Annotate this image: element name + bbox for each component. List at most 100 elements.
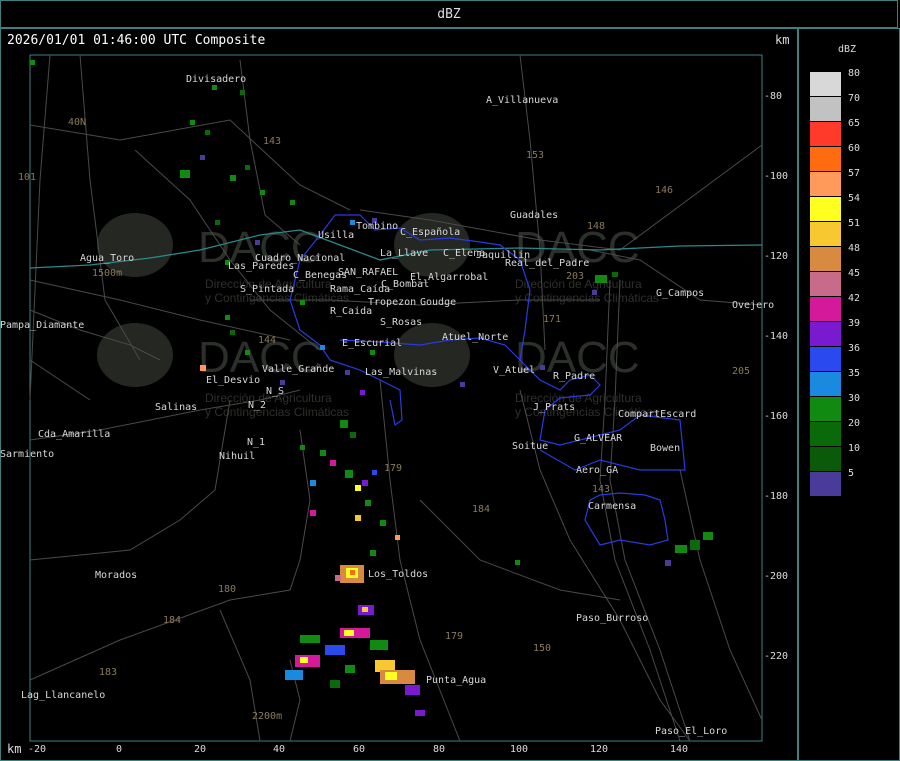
place-label: Paso_El_Loro (655, 726, 727, 737)
route-label: 184 (163, 615, 181, 626)
legend-swatch (810, 247, 841, 271)
place-label: N_1 (247, 437, 265, 448)
timestamp: 2026/01/01 01:46:00 UTC Composite (7, 33, 266, 48)
place-label: El_Desvio (206, 375, 260, 386)
legend-swatch (810, 347, 841, 371)
place-label: Valle_Grande (262, 364, 334, 375)
place-label: Goudge (420, 297, 456, 308)
y-tick: -80 (764, 91, 782, 102)
legend-label: 70 (848, 93, 861, 104)
legend-swatch (810, 222, 841, 246)
legend-label: 57 (848, 168, 861, 179)
plot-area (29, 54, 763, 742)
route-label: 153 (526, 150, 544, 161)
place-label: Salinas (155, 402, 197, 413)
place-label: 1500m (92, 268, 122, 279)
y-tick: -200 (764, 571, 788, 582)
x-tick: 60 (353, 744, 365, 755)
y-tick: -160 (764, 411, 788, 422)
place-label: Usilla (318, 230, 354, 241)
place-label: SAN_RAFAEL (338, 267, 398, 278)
legend-swatch (810, 172, 841, 196)
y-tick: -120 (764, 251, 788, 262)
legend-swatch (810, 122, 841, 146)
place-label: Guadales (510, 210, 558, 221)
legend-swatch (810, 97, 841, 121)
place-label: Real_del_Padre (505, 258, 589, 269)
place-label: J_Prats (533, 402, 575, 413)
route-label: 184 (472, 504, 490, 515)
y-tick: -180 (764, 491, 788, 502)
route-label: 146 (655, 185, 673, 196)
place-label: R_Padre (553, 371, 595, 382)
place-label: Divisadero (186, 74, 246, 85)
place-label: El_Algarrobal (410, 272, 488, 283)
legend-swatch (810, 422, 841, 446)
legend-label: 30 (848, 393, 861, 404)
route-label: 205 (732, 366, 750, 377)
place-label: Cda_Amarilla (38, 429, 110, 440)
place-label: G_Campos (656, 288, 704, 299)
legend-label: 20 (848, 418, 861, 429)
place-label: Nihuil (219, 451, 255, 462)
legend-swatch (810, 322, 841, 346)
legend-label: 35 (848, 368, 861, 379)
legend-label: 39 (848, 318, 861, 329)
legend-swatch (810, 447, 841, 471)
place-label: Morados (95, 570, 137, 581)
place-label: Punta_Agua (426, 675, 486, 686)
legend-swatch (810, 272, 841, 296)
route-label: 143 (592, 484, 610, 495)
legend-swatch (810, 297, 841, 321)
legend-label: 54 (848, 193, 861, 204)
legend-swatch (810, 372, 841, 396)
route-label: 179 (445, 631, 463, 642)
y-tick: -100 (764, 171, 788, 182)
place-label: Las_Malvinas (365, 367, 437, 378)
watermark-sub2-3: y Contingencias Climáticas (205, 405, 349, 419)
place-label: S_Pintada (240, 284, 294, 295)
legend-swatch (810, 147, 841, 171)
y-axis-ticks: -80 -100 -120 -140 -160 -180 -200 -220 (764, 91, 788, 662)
place-label: Soitue (512, 441, 548, 452)
legend-label: 51 (848, 218, 861, 229)
place-label: C_Española (400, 227, 460, 238)
x-tick: 20 (194, 744, 206, 755)
route-label: 180 (218, 584, 236, 595)
legend-title: dBZ (838, 44, 857, 55)
place-label: A_Villanueva (486, 95, 558, 106)
x-tick: 140 (670, 744, 688, 755)
place-label: Paso_Burroso (576, 613, 648, 624)
x-tick: 100 (510, 744, 528, 755)
place-label: E_Escurial (342, 338, 402, 349)
place-label: CompartEscard (618, 409, 696, 420)
place-label: Tombino (356, 221, 398, 232)
place-label: Aero_GA (576, 465, 618, 476)
legend-label: 45 (848, 268, 861, 279)
place-label: Agua_Toro (80, 253, 134, 264)
place-label: 2200m (252, 711, 282, 722)
place-label: Cuadro_Nacional (255, 253, 345, 264)
legend-swatch (810, 72, 841, 96)
route-label: 101 (18, 172, 36, 183)
place-label: Atuel_Norte (442, 332, 508, 343)
route-label: 183 (99, 667, 117, 678)
x-tick: 80 (433, 744, 445, 755)
route-label: 148 (587, 221, 605, 232)
legend-label: 65 (848, 118, 861, 129)
legend-label: 60 (848, 143, 861, 154)
y-tick: -220 (764, 651, 788, 662)
radar-map[interactable]: DACC DACC DACC DACC Dirección de Agricul… (0, 0, 900, 761)
y-tick: -140 (764, 331, 788, 342)
route-label: 143 (263, 136, 281, 147)
place-label: N_2 (248, 400, 266, 411)
legend-label: 5 (848, 468, 855, 479)
place-label: R_Caida (330, 306, 372, 317)
place-label: Sarmiento (0, 449, 54, 460)
legend-swatch (810, 397, 841, 421)
x-tick: 120 (590, 744, 608, 755)
place-label: Bowen (650, 443, 680, 454)
route-label: 179 (384, 463, 402, 474)
x-tick: 0 (116, 744, 122, 755)
place-label: La_Llave (380, 248, 428, 259)
